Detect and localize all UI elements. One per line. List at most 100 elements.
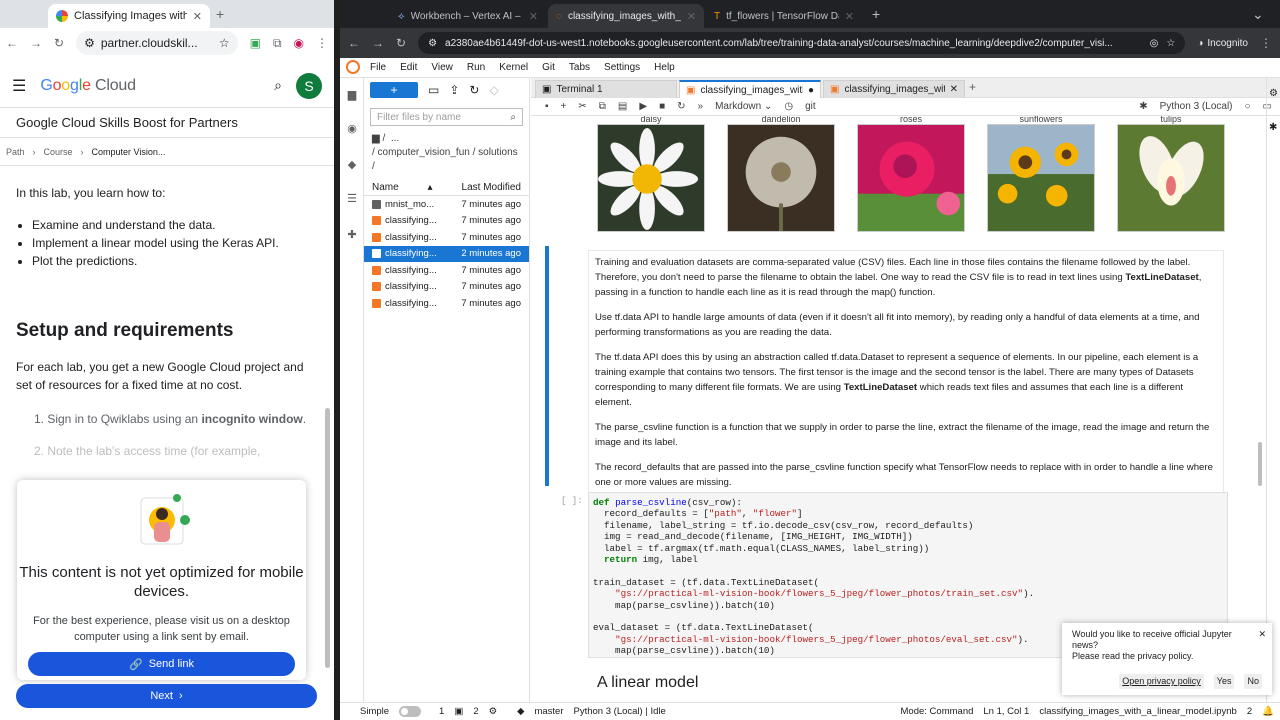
menu-git[interactable]: Git bbox=[542, 62, 555, 73]
toc-icon[interactable]: ☰ bbox=[345, 192, 359, 206]
menu-run[interactable]: Run bbox=[467, 62, 485, 73]
property-inspector-icon[interactable]: ⚙ bbox=[1269, 88, 1278, 99]
google-cloud-logo[interactable]: Google Cloud bbox=[40, 77, 136, 95]
open-privacy-policy-button[interactable]: Open privacy policy bbox=[1119, 674, 1204, 689]
terminals-count[interactable]: 1 bbox=[439, 706, 444, 717]
breadcrumb-course[interactable]: Course bbox=[44, 147, 73, 157]
git-icon[interactable]: ◆ bbox=[345, 158, 359, 172]
new-folder-icon[interactable]: ▭ bbox=[428, 83, 439, 97]
breadcrumb-path[interactable]: Path bbox=[6, 147, 25, 157]
close-tab-icon[interactable]: ✕ bbox=[529, 10, 538, 23]
kernel-name[interactable]: Python 3 (Local) bbox=[1160, 101, 1233, 112]
filter-input[interactable]: Filter files by name ⌕ bbox=[370, 108, 523, 126]
debug-icon[interactable]: ✱ bbox=[1139, 101, 1147, 112]
tab-notebook[interactable]: ◌ classifying_images_with_a_li ✕ bbox=[548, 4, 704, 28]
hamburger-menu-icon[interactable]: ☰ bbox=[12, 76, 26, 96]
simple-mode-toggle[interactable] bbox=[399, 706, 422, 717]
close-tab-icon[interactable]: ✕ bbox=[193, 10, 202, 23]
list-item[interactable]: classifying... 7 minutes ago bbox=[364, 295, 529, 312]
path-more[interactable]: ... bbox=[391, 133, 399, 144]
markdown-cell[interactable]: Training and evaluation datasets are com… bbox=[588, 250, 1224, 501]
profile-icon[interactable]: ◉ bbox=[294, 36, 304, 50]
refresh-icon[interactable]: ↻ bbox=[469, 83, 479, 97]
forward-icon[interactable]: → bbox=[372, 36, 384, 50]
list-item[interactable]: classifying... 7 minutes ago bbox=[364, 262, 529, 279]
avatar[interactable]: S bbox=[296, 72, 322, 99]
copy-icon[interactable]: ⧉ bbox=[599, 101, 606, 112]
close-tab-icon[interactable]: ✕ bbox=[687, 10, 696, 23]
git-branch[interactable]: master bbox=[534, 706, 563, 717]
close-icon[interactable]: ✕ bbox=[1258, 629, 1266, 640]
clock-icon[interactable]: ◷ bbox=[784, 101, 793, 112]
close-tab-icon[interactable]: ✕ bbox=[950, 84, 958, 95]
list-item[interactable]: classifying... 2 minutes ago bbox=[364, 245, 529, 262]
cursor-position[interactable]: Ln 1, Col 1 bbox=[983, 706, 1029, 717]
new-tab-icon[interactable]: + bbox=[872, 6, 880, 22]
bell-icon[interactable]: 🔔 bbox=[1262, 706, 1274, 717]
kernel-status[interactable]: Python 3 (Local) | Idle bbox=[574, 706, 666, 717]
tab-terminal[interactable]: ▣ Terminal 1 bbox=[535, 80, 677, 98]
forward-icon[interactable]: → bbox=[30, 36, 42, 50]
list-item[interactable]: classifying... 7 minutes ago bbox=[364, 279, 529, 296]
cell-type-select[interactable]: Markdown ⌄ bbox=[715, 101, 772, 112]
paste-icon[interactable]: ▤ bbox=[618, 101, 627, 112]
unsaved-dot-icon[interactable]: ● bbox=[808, 85, 814, 96]
left-tab[interactable]: Classifying Images with a Line ✕ bbox=[48, 4, 210, 28]
back-icon[interactable]: ← bbox=[6, 36, 18, 50]
menu-edit[interactable]: Edit bbox=[400, 62, 417, 73]
kernels-count[interactable]: 2 bbox=[473, 706, 478, 717]
save-icon[interactable]: ▪ bbox=[545, 101, 549, 112]
left-address-bar[interactable]: ⚙ partner.cloudskil... ☆ bbox=[76, 31, 238, 55]
notebook-scrollbar[interactable] bbox=[1258, 442, 1262, 486]
folder-icon[interactable]: ▆ bbox=[345, 88, 359, 102]
menu-settings[interactable]: Settings bbox=[604, 62, 640, 73]
menu-help[interactable]: Help bbox=[654, 62, 675, 73]
fast-forward-icon[interactable]: » bbox=[698, 101, 704, 112]
reload-icon[interactable]: ↻ bbox=[396, 36, 406, 50]
notification-count[interactable]: 2 bbox=[1247, 706, 1252, 717]
running-icon[interactable]: ◉ bbox=[345, 122, 359, 136]
list-item[interactable]: mnist_mo... 7 minutes ago bbox=[364, 196, 529, 213]
restart-icon[interactable]: ↻ bbox=[677, 101, 685, 112]
extensions-icon[interactable]: ✚ bbox=[345, 228, 359, 242]
stop-icon[interactable]: ■ bbox=[659, 101, 665, 112]
menu-tabs[interactable]: Tabs bbox=[569, 62, 590, 73]
eye-off-icon[interactable]: ◎ bbox=[1150, 38, 1159, 49]
bookmark-star-icon[interactable]: ☆ bbox=[219, 36, 230, 50]
puzzle-icon[interactable]: ⧉ bbox=[273, 36, 282, 51]
menu-kernel[interactable]: Kernel bbox=[499, 62, 528, 73]
tab-notebook-active[interactable]: ▣classifying_images_with_a_● bbox=[679, 80, 821, 98]
list-item[interactable]: classifying... 7 minutes ago bbox=[364, 229, 529, 246]
run-icon[interactable]: ▶ bbox=[639, 101, 647, 112]
tab-workbench[interactable]: ⟡ Workbench – Vertex AI – qwik ✕ bbox=[390, 4, 546, 28]
insert-cell-icon[interactable]: + bbox=[561, 101, 567, 112]
menu-view[interactable]: View bbox=[431, 62, 453, 73]
bookmark-star-icon[interactable]: ☆ bbox=[1166, 38, 1175, 49]
site-info-icon[interactable]: ⚙ bbox=[84, 36, 95, 50]
close-tab-icon[interactable]: ✕ bbox=[845, 10, 854, 23]
incognito-badge[interactable]: ◑ Incognito bbox=[1197, 38, 1248, 49]
tab-notebook-2[interactable]: ▣classifying_images_with_a_✕ bbox=[823, 80, 965, 98]
path-root[interactable]: / bbox=[382, 133, 385, 144]
column-name[interactable]: Name ▴ bbox=[372, 182, 433, 193]
send-link-button[interactable]: 🔗 Send link bbox=[28, 652, 295, 676]
debugger-icon[interactable]: ✱ bbox=[1269, 122, 1277, 133]
column-modified[interactable]: Last Modified bbox=[462, 182, 521, 193]
upload-icon[interactable]: ⇪ bbox=[449, 83, 459, 97]
root-folder-icon[interactable]: ▆ bbox=[372, 133, 380, 144]
site-info-icon[interactable]: ⚙ bbox=[428, 38, 437, 49]
add-tab-icon[interactable]: + bbox=[969, 80, 976, 94]
yes-button[interactable]: Yes bbox=[1213, 674, 1235, 689]
git-clone-icon[interactable]: ◇ bbox=[489, 83, 498, 97]
menu-dots-icon[interactable]: ⋮ bbox=[1260, 36, 1272, 50]
new-tab-icon[interactable]: + bbox=[216, 6, 224, 22]
tab-search-icon[interactable]: ⌄ bbox=[1252, 6, 1264, 23]
extension-icon[interactable]: ▣ bbox=[250, 36, 261, 50]
git-diff-icon[interactable]: git bbox=[805, 101, 816, 112]
new-launcher-button[interactable]: + bbox=[370, 82, 418, 98]
reload-icon[interactable]: ↻ bbox=[54, 36, 64, 50]
back-icon[interactable]: ← bbox=[348, 36, 360, 50]
next-button[interactable]: Next › bbox=[16, 684, 317, 708]
cut-icon[interactable]: ✂ bbox=[578, 101, 586, 112]
search-icon[interactable]: ⌕ bbox=[274, 77, 282, 94]
